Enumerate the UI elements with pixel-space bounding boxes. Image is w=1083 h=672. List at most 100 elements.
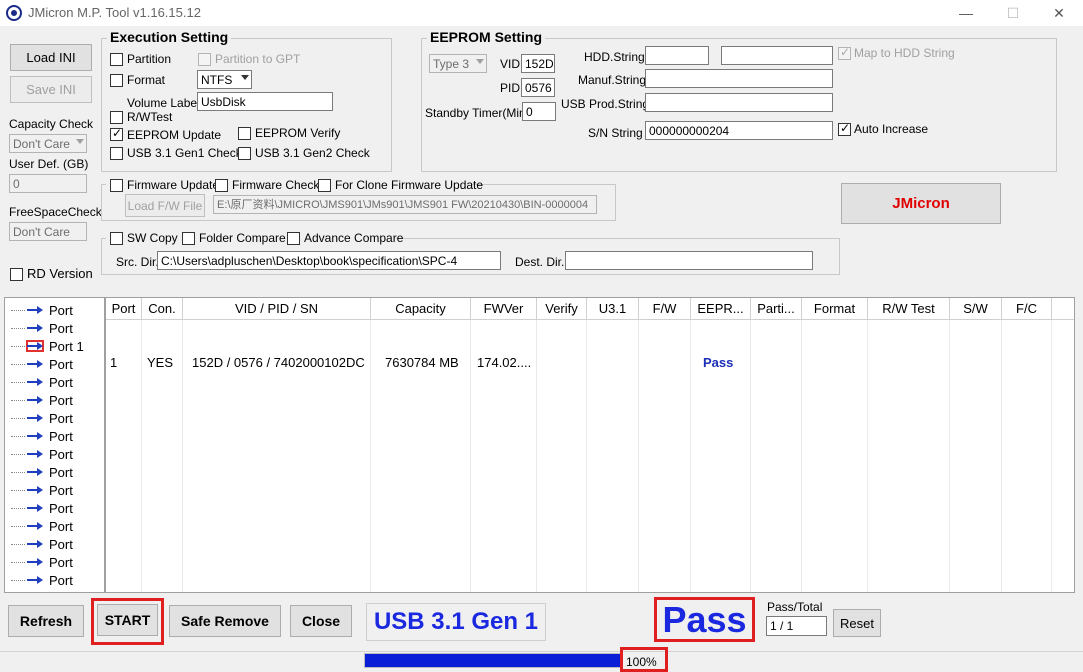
usb-connected-icon xyxy=(26,340,44,352)
freespace-check-value[interactable]: Don't Care xyxy=(9,222,87,241)
tree-item-port[interactable]: Port xyxy=(11,319,73,337)
tree-item-port[interactable]: Port xyxy=(11,427,73,445)
minimize-button[interactable]: — xyxy=(943,0,989,26)
freespace-check-label: FreeSpaceCheck xyxy=(9,205,102,219)
tree-item-port[interactable]: Port xyxy=(11,499,73,517)
reset-button[interactable]: Reset xyxy=(833,609,881,637)
usb31-gen1-check-checkbox[interactable] xyxy=(110,147,123,160)
dest-dir-input[interactable] xyxy=(565,251,813,270)
usb31-gen2-check-checkbox[interactable] xyxy=(238,147,251,160)
tree-item-port[interactable]: Port xyxy=(11,355,73,373)
column-header-con[interactable]: Con. xyxy=(142,298,183,320)
safe-remove-button[interactable]: Safe Remove xyxy=(169,605,281,637)
fw-path-input[interactable]: E:\原厂资料\JMICRO\JMS901\JMs901\JMS901 FW\2… xyxy=(213,195,597,214)
cell-capacity: 7630784 MB xyxy=(385,355,459,370)
load-fw-file-button[interactable]: Load F/W File xyxy=(125,194,205,217)
sn-string-input[interactable]: 000000000204 xyxy=(645,121,833,140)
firmware-check-checkbox[interactable] xyxy=(215,179,228,192)
usb-icon xyxy=(27,305,43,315)
volume-label-label: Volume Label xyxy=(127,96,200,110)
column-header-fc[interactable]: F/C xyxy=(1002,298,1052,320)
tree-dots xyxy=(11,363,25,365)
tree-item-port[interactable]: Port xyxy=(11,571,73,589)
usb-icon xyxy=(27,413,43,423)
column-header-port[interactable]: Port xyxy=(106,298,142,320)
tree-label: Port xyxy=(49,482,73,498)
refresh-button[interactable]: Refresh xyxy=(8,605,84,637)
tree-dots xyxy=(11,399,25,401)
rw-test-checkbox[interactable] xyxy=(110,111,123,124)
capacity-check-select[interactable]: Don't Care xyxy=(9,134,87,153)
manuf-string-input[interactable] xyxy=(645,69,833,88)
column-header-vid-pid-sn[interactable]: VID / PID / SN xyxy=(183,298,371,320)
hdd-string-input-2[interactable] xyxy=(721,46,833,65)
column-header-u31[interactable]: U3.1 xyxy=(587,298,639,320)
partition-checkbox[interactable] xyxy=(110,53,123,66)
tree-item-port[interactable]: Port xyxy=(11,409,73,427)
eeprom-type-select[interactable]: Type 3 xyxy=(429,54,487,73)
map-to-hdd-checkbox[interactable] xyxy=(838,45,851,60)
tree-dots xyxy=(11,435,25,437)
tree-item-port[interactable]: Port xyxy=(11,391,73,409)
tree-dots xyxy=(11,471,25,473)
grid-line xyxy=(536,320,537,592)
partition-to-gpt-checkbox[interactable] xyxy=(198,53,211,66)
auto-increase-checkbox[interactable] xyxy=(838,121,851,136)
eeprom-update-label: EEPROM Update xyxy=(127,128,222,142)
column-header-rw-test[interactable]: R/W Test xyxy=(868,298,950,320)
eeprom-update-checkbox[interactable] xyxy=(110,126,123,141)
tree-item-port[interactable]: Port xyxy=(11,517,73,535)
column-header-fw[interactable]: F/W xyxy=(639,298,691,320)
hdd-string-input-1[interactable] xyxy=(645,46,709,65)
results-table[interactable]: Port Con. VID / PID / SN Capacity FWVer … xyxy=(105,297,1075,593)
tree-item-port[interactable]: Port xyxy=(11,373,73,391)
usb-icon xyxy=(27,539,43,549)
column-header-fwver[interactable]: FWVer xyxy=(471,298,537,320)
clone-firmware-update-checkbox[interactable] xyxy=(318,179,331,192)
chevron-down-icon xyxy=(241,75,249,80)
column-header-verify[interactable]: Verify xyxy=(537,298,587,320)
start-button[interactable]: START xyxy=(97,604,158,636)
tree-item-port[interactable]: Port xyxy=(11,481,73,499)
status-bar-divider xyxy=(0,651,1083,652)
format-checkbox[interactable] xyxy=(110,74,123,87)
tree-item-port[interactable]: Port xyxy=(11,301,73,319)
save-ini-button[interactable]: Save INI xyxy=(10,76,92,103)
close-button[interactable]: Close xyxy=(290,605,352,637)
tree-item-port-1[interactable]: Port 1 xyxy=(11,337,84,355)
window-title: JMicron M.P. Tool v1.16.15.12 xyxy=(28,5,201,20)
tree-label: Port xyxy=(49,356,73,372)
eeprom-verify-checkbox[interactable] xyxy=(238,127,251,140)
usb-prod-string-label: USB Prod.String xyxy=(561,97,650,111)
rd-version-checkbox[interactable] xyxy=(10,268,23,281)
standby-timer-input[interactable]: 0 xyxy=(522,102,556,121)
column-header-eeprom[interactable]: EEPR... xyxy=(691,298,751,320)
user-def-input[interactable]: 0 xyxy=(9,174,87,193)
maximize-button[interactable]: ☐ xyxy=(990,0,1036,26)
column-header-format[interactable]: Format xyxy=(802,298,868,320)
column-header-partition[interactable]: Parti... xyxy=(751,298,802,320)
usb-prod-string-input[interactable] xyxy=(645,93,833,112)
pid-input[interactable]: 0576 xyxy=(521,78,555,97)
tree-item-port[interactable]: Port xyxy=(11,535,73,553)
column-header-sw[interactable]: S/W xyxy=(950,298,1002,320)
usb-icon xyxy=(27,485,43,495)
tree-item-port[interactable]: Port xyxy=(11,445,73,463)
load-ini-button[interactable]: Load INI xyxy=(10,44,92,71)
port-tree[interactable]: Port Port Port 1 Port Port Port Port Por… xyxy=(4,297,105,593)
grid-line xyxy=(750,320,751,592)
firmware-update-checkbox[interactable] xyxy=(110,179,123,192)
tree-item-port[interactable]: Port xyxy=(11,463,73,481)
column-header-capacity[interactable]: Capacity xyxy=(371,298,471,320)
format-fs-select[interactable]: NTFS xyxy=(197,70,252,89)
vid-input[interactable]: 152D xyxy=(521,54,555,73)
progress-bar xyxy=(364,653,622,668)
sw-copy-checkbox[interactable] xyxy=(110,232,123,245)
folder-compare-checkbox[interactable] xyxy=(182,232,195,245)
tree-item-port[interactable]: Port xyxy=(11,553,73,571)
src-dir-input[interactable]: C:\Users\adpluschen\Desktop\book\specifi… xyxy=(157,251,501,270)
close-window-button[interactable]: ✕ xyxy=(1036,0,1082,26)
advance-compare-checkbox[interactable] xyxy=(287,232,300,245)
volume-label-input[interactable]: UsbDisk xyxy=(197,92,333,111)
jmicron-logo-button[interactable]: JMicron xyxy=(841,183,1001,224)
